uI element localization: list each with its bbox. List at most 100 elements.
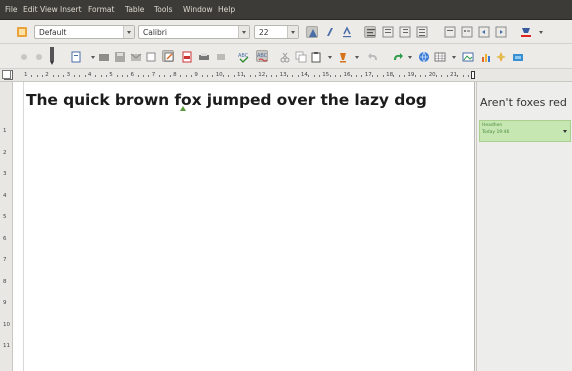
- open-icon[interactable]: [98, 51, 110, 63]
- spellcheck-icon[interactable]: ABC: [238, 51, 250, 63]
- cut-icon[interactable]: [279, 51, 291, 63]
- bullets-icon[interactable]: [461, 26, 473, 38]
- ruler-tick: [73, 75, 75, 77]
- italic-icon[interactable]: [324, 26, 336, 38]
- print-direct-icon[interactable]: [215, 51, 227, 63]
- save-icon[interactable]: [114, 51, 126, 63]
- ruler-label: 11: [3, 343, 10, 349]
- print-preview-icon[interactable]: [145, 51, 157, 63]
- ruler-tick: [249, 75, 251, 77]
- ruler-label: 5: [3, 214, 7, 220]
- ruler-label: 21: [450, 72, 457, 78]
- paragraph-style-select[interactable]: Default: [34, 25, 135, 39]
- font-size-select[interactable]: 22: [254, 25, 299, 39]
- menu-format[interactable]: Format: [88, 5, 114, 14]
- export-pdf-icon[interactable]: [181, 51, 193, 63]
- ruler-tick: [292, 75, 294, 77]
- chevron-down-icon[interactable]: [324, 51, 332, 63]
- hyperlink-icon[interactable]: [418, 51, 430, 63]
- ruler-label: 19: [407, 72, 415, 78]
- chart-icon[interactable]: [480, 51, 492, 63]
- ruler-label: 6: [3, 235, 7, 242]
- ruler-label: 17: [364, 72, 372, 78]
- pencil-icon[interactable]: [48, 47, 56, 65]
- table-icon[interactable]: [434, 51, 446, 63]
- image-icon[interactable]: [462, 51, 474, 63]
- menu-tools[interactable]: Tools: [154, 5, 172, 14]
- menu-edit[interactable]: Edit: [23, 5, 38, 14]
- edit-mode-icon[interactable]: [162, 50, 174, 62]
- menu-bar: File Edit View Insert Format Table Tools…: [0, 0, 572, 20]
- chevron-down-icon[interactable]: [448, 51, 456, 63]
- document-text[interactable]: The quick brown fox jumped over the lazy…: [26, 91, 427, 109]
- ruler-label: 13: [279, 72, 287, 78]
- numbering-icon[interactable]: [444, 26, 456, 38]
- comment-menu-chevron-icon[interactable]: [563, 130, 567, 133]
- ruler-label: 9: [194, 72, 198, 78]
- font-color-icon[interactable]: [520, 26, 532, 38]
- menu-insert[interactable]: Insert: [60, 5, 82, 14]
- comment-preview-text[interactable]: Aren't foxes red: [480, 96, 567, 109]
- chevron-down-icon[interactable]: [87, 51, 95, 63]
- edit-file-icon[interactable]: [70, 51, 82, 63]
- underline-icon[interactable]: [341, 26, 353, 38]
- ruler-tick: [334, 75, 336, 77]
- ruler-tick: [57, 75, 59, 77]
- ruler-corner: [2, 70, 11, 79]
- ruler-tick: [223, 75, 225, 77]
- ruler-label: 1: [3, 128, 7, 134]
- ruler-label: 9: [3, 300, 7, 306]
- chevron-down-icon[interactable]: [287, 26, 298, 38]
- ruler-tick: [404, 75, 406, 77]
- copy-icon[interactable]: [295, 51, 307, 63]
- menu-table[interactable]: Table: [125, 5, 144, 14]
- vertical-ruler[interactable]: 1 2 3 4 5 6 7 8 9 10 11: [0, 82, 13, 371]
- bold-icon[interactable]: [306, 26, 318, 38]
- redo-icon[interactable]: [391, 51, 403, 63]
- ruler-tick: [228, 75, 230, 77]
- ruler-label: 1: [24, 72, 28, 78]
- justify-icon[interactable]: [416, 26, 428, 38]
- styles-and-formatting-icon[interactable]: [16, 26, 28, 38]
- chevron-down-icon[interactable]: [123, 26, 134, 38]
- increase-indent-icon[interactable]: [495, 26, 507, 38]
- chevron-down-icon[interactable]: [404, 51, 412, 63]
- ruler-tick: [212, 75, 214, 77]
- comment-anchor-icon[interactable]: [180, 106, 186, 111]
- mail-icon[interactable]: [130, 51, 142, 63]
- ruler-tick: [414, 75, 416, 77]
- clone-formatting-icon[interactable]: [337, 51, 349, 63]
- ruler-tick: [377, 75, 379, 77]
- ruler-tick: [308, 75, 310, 77]
- right-indent-marker[interactable]: [471, 71, 475, 79]
- font-color-dropdown-icon[interactable]: [535, 26, 543, 38]
- print-icon[interactable]: [198, 51, 210, 63]
- menu-view[interactable]: View: [40, 5, 58, 14]
- horizontal-ruler[interactable]: 1 2 3 4 5 6 7 8 9 10 11 12 13 14 15 16 17 18 19 20 21: [0, 69, 572, 82]
- ruler-tick: [84, 75, 86, 77]
- decrease-indent-icon[interactable]: [478, 26, 490, 38]
- ruler-tick: [467, 75, 469, 77]
- ruler-tick: [329, 75, 331, 77]
- gallery-icon[interactable]: [512, 51, 524, 63]
- align-center-icon[interactable]: [382, 26, 394, 38]
- undo-icon[interactable]: [368, 51, 380, 63]
- document-page[interactable]: The quick brown fox jumped over the lazy…: [13, 82, 475, 371]
- back-icon[interactable]: [18, 51, 30, 63]
- chevron-down-icon[interactable]: [238, 26, 249, 38]
- font-name-select[interactable]: Calibri: [138, 25, 250, 39]
- align-left-icon[interactable]: [364, 26, 376, 38]
- navigator-icon[interactable]: [495, 51, 507, 63]
- chevron-down-icon[interactable]: [351, 51, 359, 63]
- align-right-icon[interactable]: [399, 26, 411, 38]
- ruler-tick: [201, 75, 203, 77]
- menu-file[interactable]: File: [5, 5, 18, 14]
- ruler-tick: [143, 75, 145, 77]
- paste-icon[interactable]: [310, 51, 322, 63]
- menu-help[interactable]: Help: [218, 5, 235, 14]
- ruler-label: 7: [3, 257, 7, 263]
- forward-icon[interactable]: [33, 51, 45, 63]
- autospellcheck-icon[interactable]: ABC: [256, 50, 268, 62]
- comment-box[interactable]: Headhen Today 19:46: [479, 120, 571, 142]
- menu-window[interactable]: Window: [183, 5, 213, 14]
